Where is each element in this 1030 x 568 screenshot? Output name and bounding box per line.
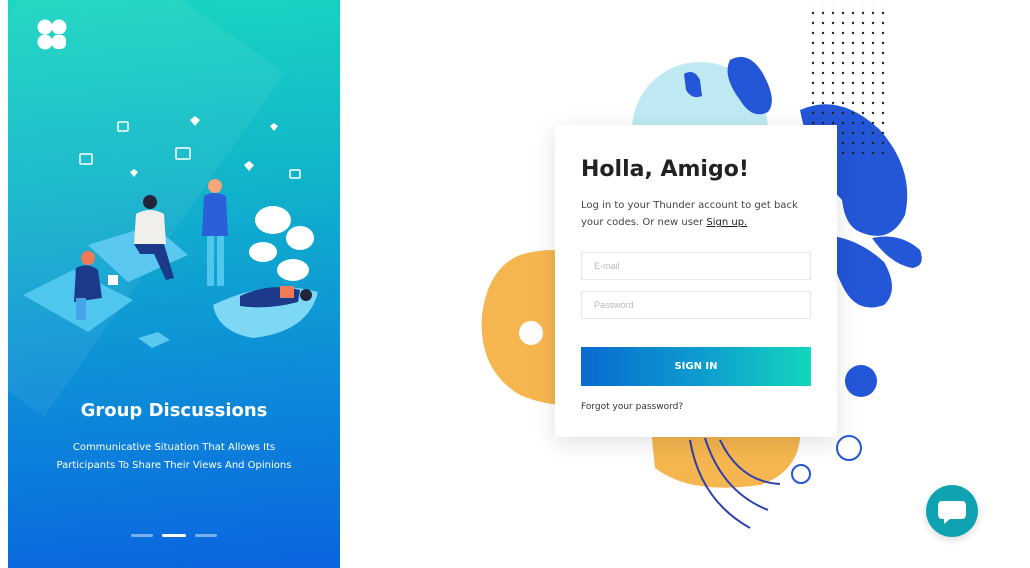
pager-dot-active[interactable] bbox=[162, 534, 186, 537]
password-field[interactable] bbox=[581, 291, 811, 319]
login-heading: Holla, Amigo! bbox=[581, 157, 749, 182]
onboarding-panel: Group Discussions Communicative Situatio… bbox=[8, 0, 340, 568]
login-subtitle: Log in to your Thunder account to get ba… bbox=[581, 197, 813, 231]
forgot-password-link[interactable]: Forgot your password? bbox=[581, 402, 683, 412]
signin-button[interactable]: SIGN IN bbox=[581, 347, 811, 386]
pager-dot[interactable] bbox=[195, 534, 218, 537]
onboarding-title: Group Discussions bbox=[80, 400, 268, 421]
login-subtitle-text: Log in to your Thunder account to get ba… bbox=[581, 200, 798, 228]
chat-icon bbox=[938, 501, 966, 524]
carousel-pager bbox=[8, 525, 340, 544]
chat-button[interactable] bbox=[926, 485, 978, 537]
email-field[interactable] bbox=[581, 252, 811, 280]
group-discussion-illustration bbox=[23, 116, 318, 348]
pager-dot[interactable] bbox=[130, 534, 153, 537]
login-card: Holla, Amigo! Log in to your Thunder acc… bbox=[555, 125, 837, 437]
signup-link[interactable]: Sign up. bbox=[706, 217, 747, 228]
onboarding-description: Communicative Situation That Allows Its … bbox=[56, 442, 292, 471]
logo-icon bbox=[37, 19, 67, 50]
